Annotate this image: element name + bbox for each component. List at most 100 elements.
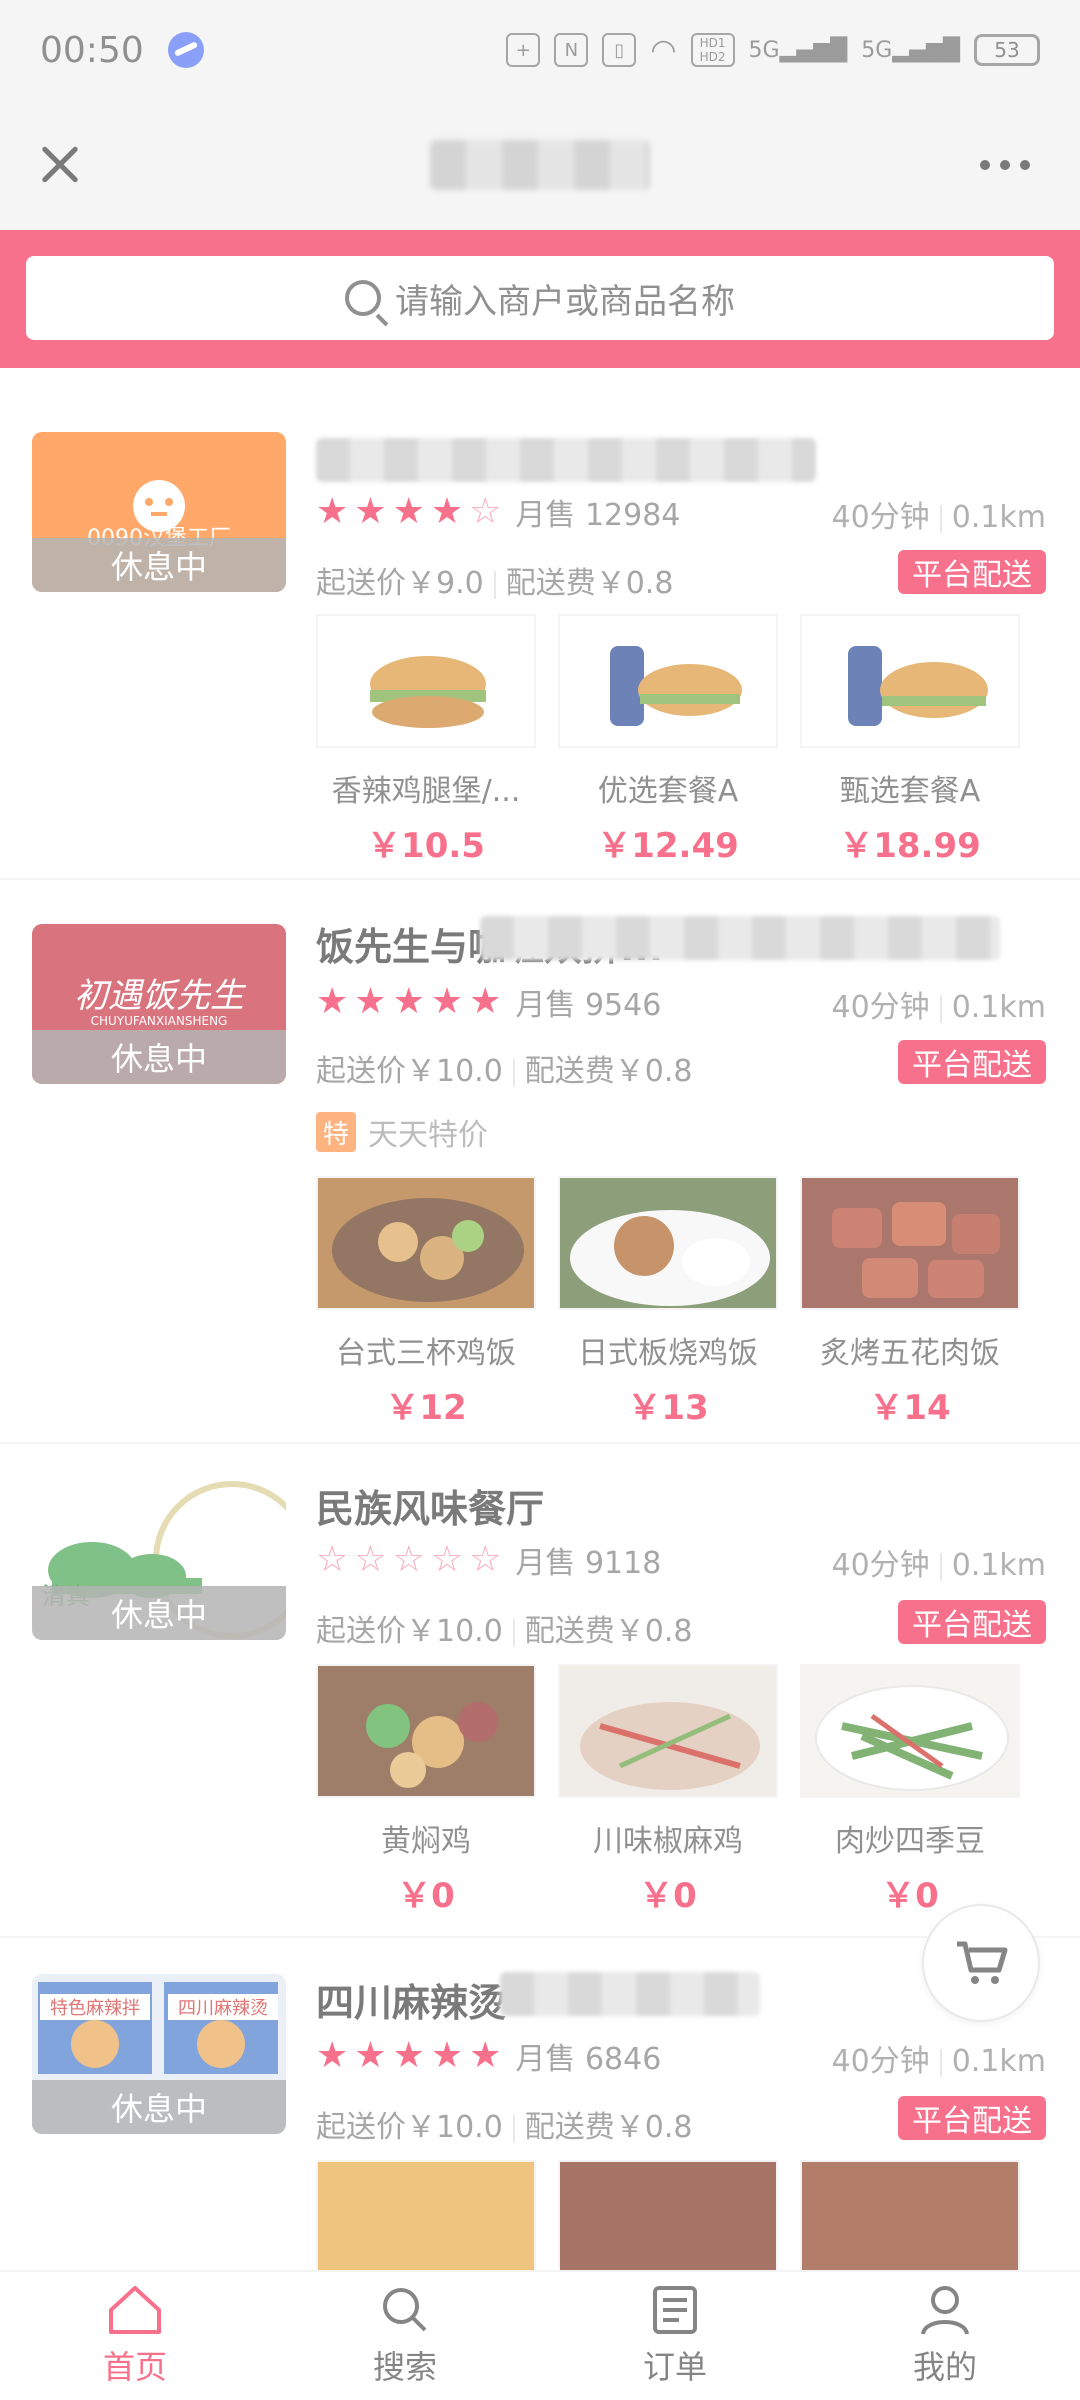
vibrate-icon: ▯ (602, 33, 637, 67)
delivery-time-distance: 40分钟 0.1km (831, 2044, 1047, 2079)
shop-card[interactable]: 特色麻辣拌 四川麻辣烫 休息中 四川麻辣烫 ★ ★ ★ ★ ★ 月售 6846 … (0, 1938, 1080, 2270)
tab-profile[interactable]: 我的 (810, 2272, 1080, 2400)
tab-label: 搜索 (372, 2348, 437, 2386)
product-item[interactable]: 台式三杯鸡饭 ￥12 (316, 1176, 536, 1429)
star-empty-icon: ☆ (430, 1539, 464, 1580)
signal-icon-2: 5G▂▄▆█ (861, 37, 960, 63)
shop-logo: 0090汉堡工厂 休息中 (32, 432, 286, 592)
monthly-sales: 月售 6846 (515, 2042, 662, 2077)
search-header: 请输入商户或商品名称 (0, 230, 1080, 368)
product-price: ￥18.99 (839, 826, 981, 866)
product-name: 优选套餐A (597, 774, 739, 809)
more-menu-button[interactable] (980, 160, 1050, 170)
delivery-fee: 配送费￥0.8 (505, 566, 674, 601)
shop-name: 民族风味餐厅 (316, 1487, 545, 1531)
battery-icon: 53 (974, 34, 1040, 66)
delivery-time-distance: 40分钟 0.1km (831, 990, 1047, 1025)
search-placeholder: 请输入商户或商品名称 (395, 281, 735, 322)
monthly-sales: 月售 9118 (515, 1546, 662, 1581)
tab-home[interactable]: 首页 (0, 2272, 270, 2400)
product-item[interactable]: 川味椒麻鸡 ￥0 (558, 1664, 778, 1917)
product-item[interactable] (800, 2160, 1020, 2270)
status-icons: + N ▯ ◠ HD1 HD2 5G▂▄▆█ 5G▂▄▆█ 53 (506, 33, 1040, 68)
add-circle-icon: + (506, 33, 541, 67)
star-icon: ★ (354, 2035, 387, 2076)
promo-text: 天天特价 (368, 1118, 488, 1153)
product-image (558, 614, 778, 748)
delivery-fee: 配送费￥0.8 (524, 1614, 693, 1649)
shop-logo: 初遇饭先生 CHUYUFANXIANSHENG 休息中 (32, 924, 286, 1084)
star-icon: ★ (430, 491, 464, 532)
star-empty-icon: ☆ (469, 491, 502, 532)
product-name: 香辣鸡腿堡/... (331, 774, 521, 809)
product-item[interactable] (558, 2160, 778, 2270)
shop-name-blurred (316, 438, 816, 482)
app-notification-icon (167, 32, 204, 68)
star-icon: ★ (392, 2035, 425, 2076)
tab-label: 首页 (102, 2348, 167, 2386)
shop-card[interactable]: 0090汉堡工厂 休息中 ★ ★ ★ ★ ☆ 月售 12984 40分钟0.1k… (0, 380, 1080, 880)
product-name: 肉炒四季豆 (835, 1824, 985, 1859)
product-image (316, 1176, 536, 1310)
fee-row: 起送价￥9.0 配送费￥0.8 (316, 558, 673, 602)
product-item[interactable] (316, 2160, 536, 2270)
platform-delivery-badge: 平台配送 (898, 550, 1046, 594)
star-icon: ★ (316, 2035, 349, 2076)
page-title-blurred (430, 140, 650, 190)
delivery-fee: 配送费￥0.8 (524, 1054, 693, 1089)
star-icon: ★ (316, 981, 349, 1022)
monthly-sales: 月售 9546 (515, 988, 662, 1023)
more-dot-icon (1020, 160, 1030, 170)
product-item[interactable]: 肉炒四季豆 ￥0 (800, 1664, 1020, 1917)
platform-delivery-badge: 平台配送 (898, 1600, 1046, 1644)
clock: 00:50 (40, 29, 144, 71)
wifi-icon: ◠ (650, 32, 677, 68)
product-item[interactable]: 优选套餐A ￥12.49 (558, 614, 778, 867)
rest-status-badge: 休息中 (32, 1586, 286, 1640)
star-icon: ★ (469, 981, 502, 1022)
product-image (316, 1664, 536, 1798)
promo-row: 特 天天特价 (316, 1110, 488, 1154)
product-name: 炙烤五花肉饭 (820, 1336, 1000, 1371)
product-image (800, 614, 1020, 748)
profile-icon (921, 2286, 969, 2335)
home-icon (109, 2286, 161, 2334)
bottom-tab-bar: 首页 搜索 订单 我的 (0, 2270, 1080, 2400)
tab-label: 我的 (912, 2348, 977, 2386)
nav-bar (0, 100, 1080, 230)
star-icon: ★ (392, 491, 425, 532)
product-name: 黄焖鸡 (381, 1824, 471, 1859)
product-item[interactable]: 黄焖鸡 ￥0 (316, 1664, 536, 1917)
star-empty-icon: ☆ (354, 1539, 387, 1580)
min-order-price: 起送价￥9.0 (316, 566, 484, 601)
product-image (316, 2160, 536, 2270)
search-input[interactable]: 请输入商户或商品名称 (26, 256, 1054, 340)
app-screen: 00:50 + N ▯ ◠ HD1 HD2 5G▂▄▆█ 5G▂▄▆█ 53 请… (0, 0, 1080, 2400)
status-bar: 00:50 + N ▯ ◠ HD1 HD2 5G▂▄▆█ 5G▂▄▆█ 53 (0, 0, 1080, 100)
tab-orders[interactable]: 订单 (540, 2272, 810, 2400)
product-item[interactable]: 日式板烧鸡饭 ￥13 (558, 1176, 778, 1429)
product-item[interactable]: 炙烤五花肉饭 ￥14 (800, 1176, 1020, 1429)
hd-icon: HD1 HD2 (690, 33, 735, 67)
product-name: 台式三杯鸡饭 (336, 1336, 516, 1371)
product-item[interactable]: 甄选套餐A ￥18.99 (800, 614, 1020, 867)
logo-subtext: CHUYUFANXIANSHENG (90, 1014, 228, 1028)
close-icon[interactable] (30, 135, 90, 195)
search-icon (383, 2288, 427, 2332)
product-item[interactable]: 香辣鸡腿堡/... ￥10.5 (316, 614, 536, 867)
star-icon: ★ (430, 981, 464, 1022)
tab-search[interactable]: 搜索 (270, 2272, 540, 2400)
cart-icon (957, 1941, 1008, 1984)
fee-row: 起送价￥10.0 配送费￥0.8 (316, 1606, 693, 1650)
shop-card[interactable]: 清真 休息中 民族风味餐厅 ☆ ☆ ☆ ☆ ☆ 月售 9118 40分钟0.1k… (0, 1444, 1080, 1938)
product-list: 台式三杯鸡饭 ￥12 日式板烧鸡饭 ￥13 炙烤五花肉饭 ￥14 (316, 1176, 1020, 1429)
rating-row: ☆ ☆ ☆ ☆ ☆ 月售 9118 (316, 1538, 661, 1582)
product-image (316, 614, 536, 748)
platform-delivery-badge: 平台配送 (898, 1040, 1046, 1084)
product-name: 川味椒麻鸡 (593, 1824, 743, 1859)
special-offer-tag: 特 (316, 1112, 356, 1152)
cart-button[interactable] (922, 1904, 1040, 2022)
rating-row: ★ ★ ★ ★ ★ 月售 9546 (316, 980, 661, 1024)
fee-row: 起送价￥10.0 配送费￥0.8 (316, 2102, 693, 2146)
shop-card[interactable]: 初遇饭先生 CHUYUFANXIANSHENG 休息中 饭先生与咖喱双拼... … (0, 880, 1080, 1444)
